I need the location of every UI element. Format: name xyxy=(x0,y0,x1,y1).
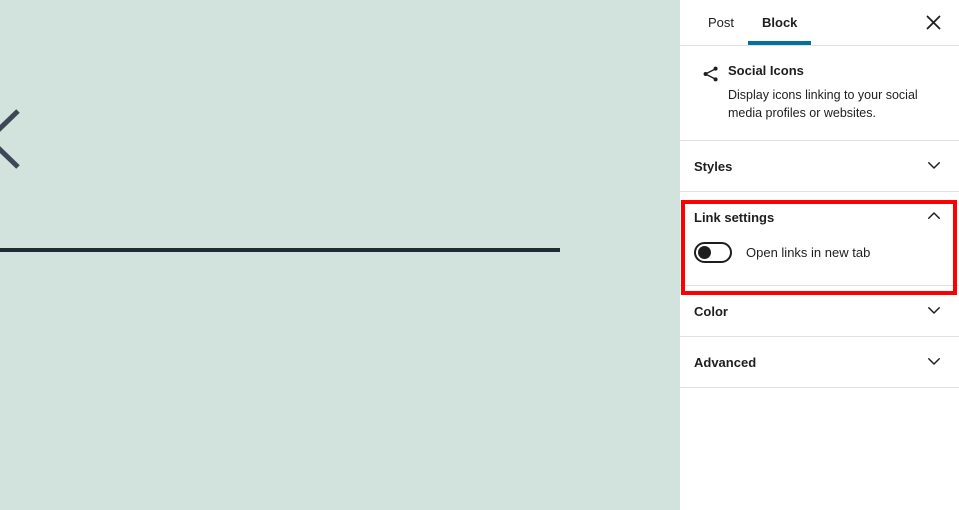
panel-title-color: Color xyxy=(694,303,728,319)
panel-color: Color xyxy=(680,286,959,337)
editor-canvas[interactable] xyxy=(0,0,680,510)
sidebar-tab-bar: Post Block xyxy=(680,0,959,46)
panel-title-advanced: Advanced xyxy=(694,354,757,370)
block-title: Social Icons xyxy=(728,63,804,78)
panel-header-advanced[interactable]: Advanced xyxy=(680,337,959,387)
panel-title-styles: Styles xyxy=(694,158,733,174)
chevron-up-icon xyxy=(925,207,943,228)
close-icon xyxy=(926,15,941,33)
tab-block[interactable]: Block xyxy=(748,0,812,45)
toggle-knob xyxy=(698,246,711,259)
block-summary-text: Social Icons Display icons linking to yo… xyxy=(728,62,943,122)
chevron-down-icon xyxy=(925,156,943,177)
panel-title-link-settings: Link settings xyxy=(694,209,775,225)
open-links-new-tab-row: Open links in new tab xyxy=(694,242,945,263)
close-button[interactable] xyxy=(917,8,949,40)
tab-post[interactable]: Post xyxy=(694,0,748,45)
block-summary-card: Social Icons Display icons linking to yo… xyxy=(680,46,959,141)
open-links-new-tab-toggle[interactable] xyxy=(694,242,732,263)
panel-advanced: Advanced xyxy=(680,337,959,388)
chevron-left-icon xyxy=(0,108,32,170)
panel-header-color[interactable]: Color xyxy=(680,286,959,336)
panel-header-styles[interactable]: Styles xyxy=(680,141,959,191)
open-links-new-tab-label: Open links in new tab xyxy=(746,245,871,260)
panel-styles: Styles xyxy=(680,141,959,192)
chevron-down-icon xyxy=(925,301,943,322)
settings-sidebar: Post Block Social Icons Display icons li… xyxy=(680,0,959,510)
horizontal-rule xyxy=(0,248,560,252)
editor-window: Post Block Social Icons Display icons li… xyxy=(0,0,959,510)
block-description: Display icons linking to your social med… xyxy=(728,88,918,120)
panel-header-link-settings[interactable]: Link settings xyxy=(680,192,959,242)
panel-body-link-settings: Open links in new tab xyxy=(680,242,959,285)
panel-link-settings: Link settings Open links in new tab xyxy=(680,192,959,286)
share-icon xyxy=(694,62,728,122)
chevron-down-icon xyxy=(925,352,943,373)
